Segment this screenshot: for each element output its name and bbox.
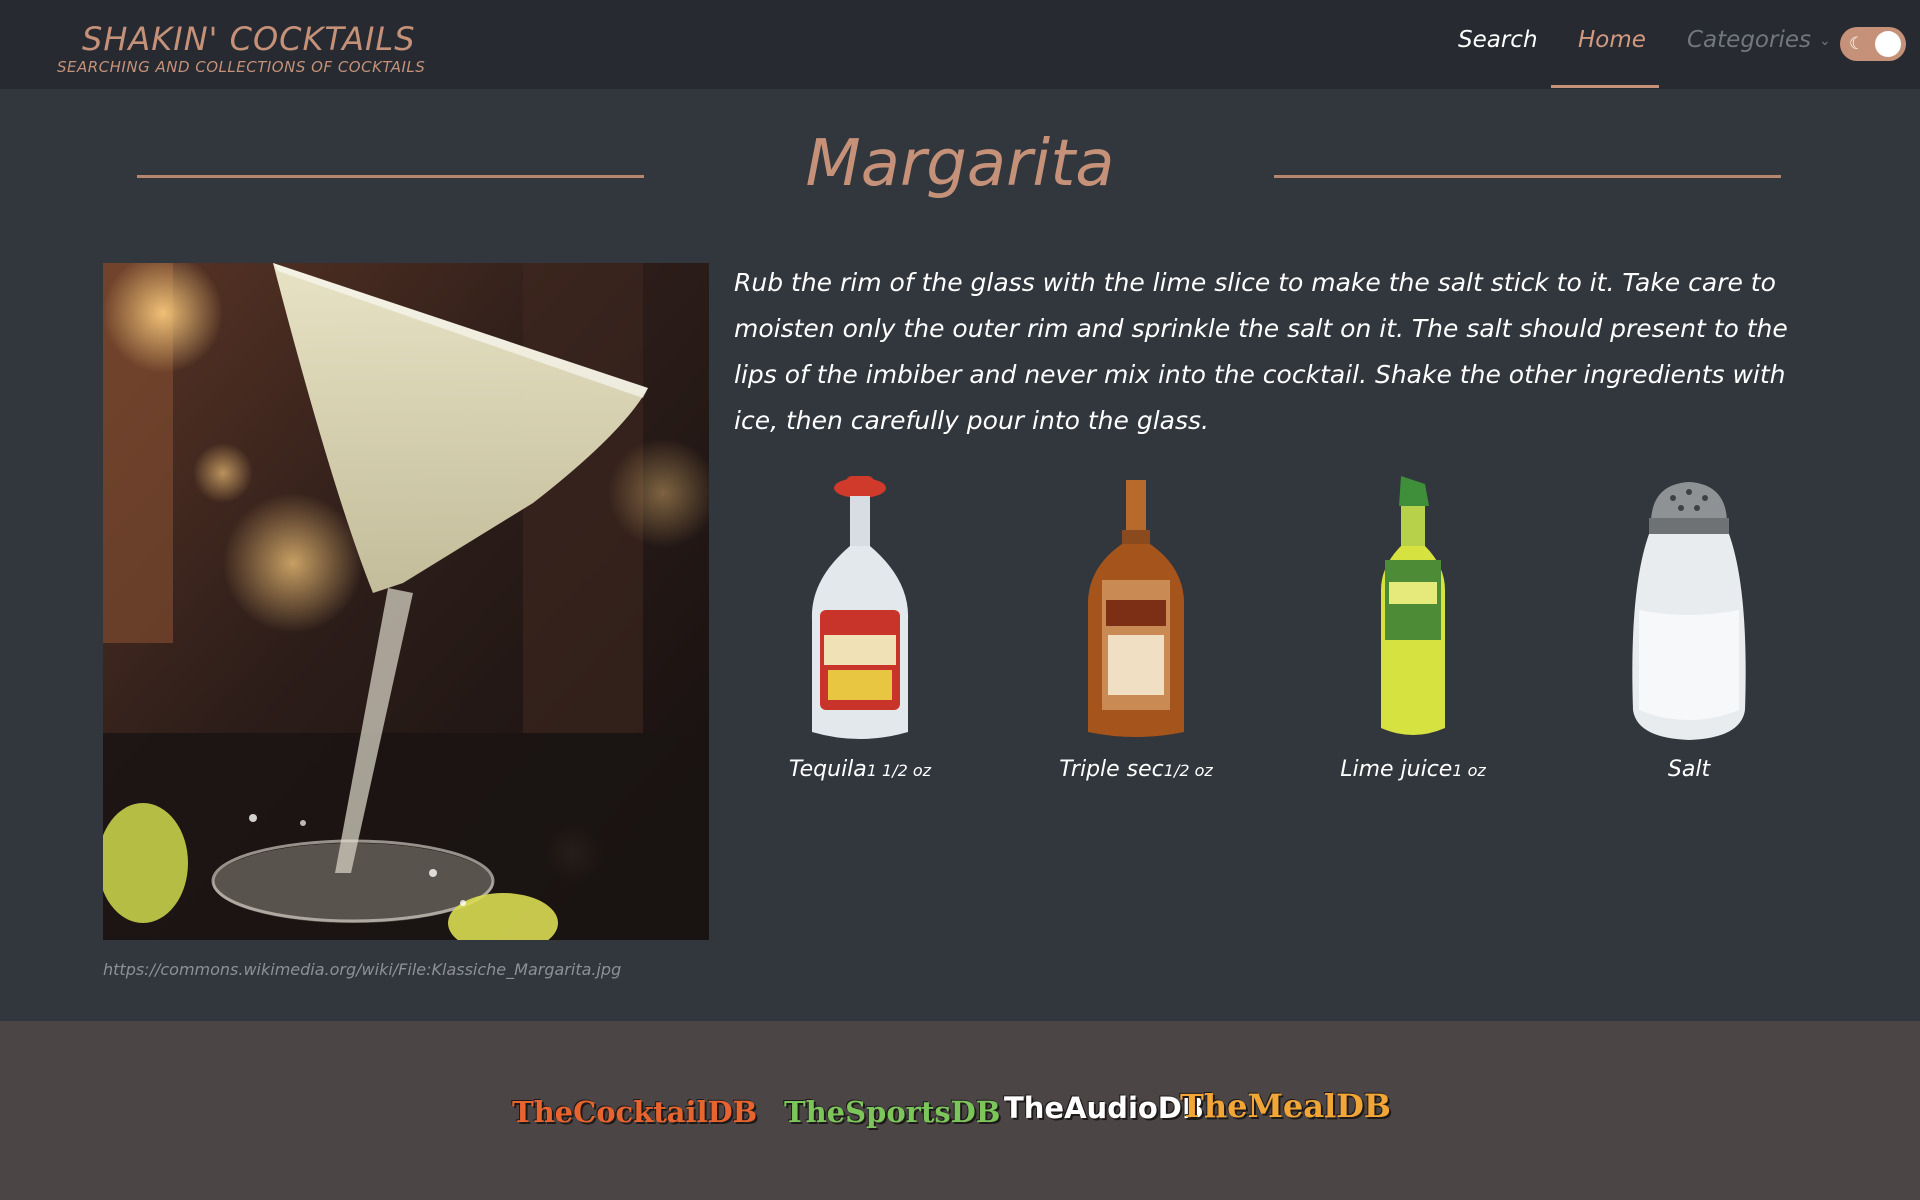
drink-photo	[103, 263, 709, 940]
brand-subtitle: SEARCHING AND COLLECTIONS OF COCKTAILS	[57, 58, 426, 76]
thecocktaildb-logo[interactable]: TheCocktailDB	[512, 1090, 757, 1134]
image-credit-link[interactable]: https://commons.wikimedia.org/wiki/File:…	[103, 960, 621, 979]
title-divider-left	[137, 175, 644, 178]
themealdb-logo[interactable]: TheMealDB	[1180, 1084, 1391, 1128]
brand[interactable]: SHAKIN' COCKTAILS SEARCHING AND COLLECTI…	[57, 20, 425, 76]
ingredient-card[interactable]: Salt	[1559, 470, 1819, 790]
toggle-knob	[1875, 31, 1901, 57]
nav-home-link[interactable]: Home	[1578, 24, 1646, 56]
tequila-bottle-image	[811, 476, 909, 739]
drink-title: Margarita	[805, 127, 1115, 201]
nav-categories-dropdown[interactable]: Categories ⌄	[1687, 24, 1831, 57]
ingredient-card[interactable]: Lime juice1 oz	[1283, 470, 1543, 790]
nav-categories-label: Categories	[1687, 27, 1811, 53]
brand-title[interactable]: SHAKIN' COCKTAILS	[57, 20, 425, 58]
ingredient-card[interactable]: Triple sec1/2 oz	[1006, 470, 1266, 790]
ingredient-label: Lime juice1 oz	[1340, 757, 1486, 782]
top-navbar: SHAKIN' COCKTAILS SEARCHING AND COLLECTI…	[0, 0, 1920, 89]
drink-instructions: Rub the rim of the glass with the lime s…	[734, 268, 1788, 435]
ingredient-card[interactable]: Tequila1 1/2 oz	[730, 470, 990, 790]
ingredient-label: Triple sec1/2 oz	[1059, 757, 1213, 782]
ingredient-label: Tequila1 1/2 oz	[788, 757, 932, 782]
triple-sec-bottle-image	[1088, 480, 1184, 737]
moon-icon: ☾	[1849, 34, 1865, 54]
chevron-down-icon: ⌄	[1818, 32, 1831, 49]
salt-shaker-image	[1632, 482, 1746, 740]
lime-juice-bottle-image	[1381, 476, 1445, 735]
title-divider-right	[1274, 175, 1781, 178]
dark-mode-toggle[interactable]: ☾	[1840, 27, 1906, 61]
nav-search-link[interactable]: Search	[1458, 24, 1538, 56]
theaudiodb-logo[interactable]: TheAudioDB	[1004, 1086, 1204, 1130]
ingredient-label: Salt	[1667, 757, 1711, 782]
thesportsdb-logo[interactable]: TheSportsDB	[784, 1090, 1000, 1134]
nav-active-indicator	[1551, 85, 1659, 88]
